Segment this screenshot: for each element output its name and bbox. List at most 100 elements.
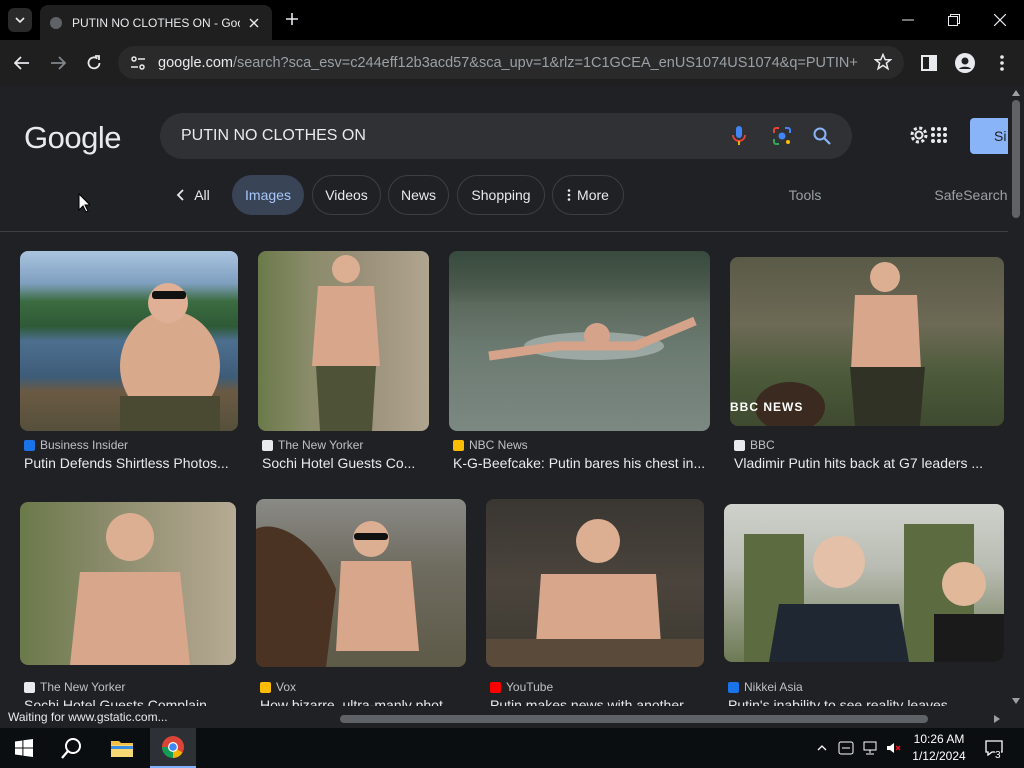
- result-title-6[interactable]: How bizarre, ultra-manly phot...: [260, 697, 466, 706]
- source-favicon-icon: [453, 439, 464, 451]
- close-tab-icon[interactable]: [246, 15, 262, 31]
- result-image-6[interactable]: [256, 499, 466, 667]
- system-clock[interactable]: 10:26 AM 1/12/2024: [906, 731, 972, 765]
- profile-button[interactable]: [954, 52, 976, 74]
- tab-search-button[interactable]: [8, 8, 32, 32]
- more-vert-icon: [567, 189, 571, 201]
- source-name: BBC: [750, 438, 775, 452]
- notification-count: 3: [995, 750, 1001, 761]
- man-in-ice-water-image: [486, 519, 704, 667]
- search-box[interactable]: PUTIN NO CLOTHES ON: [160, 113, 852, 159]
- search-icon[interactable]: [811, 125, 833, 147]
- chip-shopping[interactable]: Shopping: [457, 175, 545, 215]
- result-image-1[interactable]: [20, 251, 238, 431]
- start-button[interactable]: [6, 728, 42, 768]
- chip-more[interactable]: More: [552, 175, 624, 215]
- result-title-2[interactable]: Sochi Hotel Guests Co...: [262, 455, 430, 471]
- url-host: google.com: [158, 54, 233, 71]
- source-favicon-icon: [24, 681, 35, 693]
- plus-icon: [286, 13, 298, 25]
- google-logo[interactable]: Google: [24, 120, 121, 156]
- chip-images[interactable]: Images: [232, 175, 304, 215]
- address-bar[interactable]: google.com/search?sca_esv=c244eff12b3acd…: [118, 46, 904, 79]
- back-button[interactable]: [9, 50, 35, 76]
- result-source-4[interactable]: BBC: [734, 438, 775, 452]
- result-source-5[interactable]: The New Yorker: [24, 680, 125, 694]
- chrome-logo-icon: [162, 736, 184, 758]
- scroll-down-arrow-icon[interactable]: [1012, 698, 1020, 704]
- result-title-8[interactable]: Putin's inability to see reality leaves …: [728, 697, 1004, 706]
- reload-button[interactable]: [81, 50, 107, 76]
- new-tab-button[interactable]: [282, 9, 302, 29]
- microphone-icon[interactable]: [728, 125, 750, 147]
- source-favicon-icon: [728, 681, 739, 693]
- result-title-3[interactable]: K-G-Beefcake: Putin bares his chest in..…: [453, 455, 710, 471]
- result-source-8[interactable]: Nikkei Asia: [728, 680, 803, 694]
- volume-button[interactable]: [884, 728, 904, 768]
- bookmark-star-icon[interactable]: [873, 52, 893, 76]
- tools-button[interactable]: Tools: [780, 175, 830, 215]
- chevron-down-icon: [15, 17, 25, 23]
- url-text: google.com/search?sca_esv=c244eff12b3acd…: [158, 55, 858, 71]
- result-source-1[interactable]: Business Insider: [24, 438, 128, 452]
- side-panel-button[interactable]: [918, 52, 940, 74]
- kebab-menu-icon: [1000, 55, 1004, 71]
- chip-news[interactable]: News: [388, 175, 449, 215]
- close-icon: [994, 14, 1006, 26]
- tray-app-icon: [838, 741, 854, 755]
- minimize-button[interactable]: [888, 6, 928, 34]
- result-image-7[interactable]: [486, 499, 704, 667]
- tray-app-button[interactable]: [836, 728, 856, 768]
- search-query[interactable]: PUTIN NO CLOTHES ON: [181, 127, 366, 145]
- chip-videos[interactable]: Videos: [312, 175, 381, 215]
- result-source-7[interactable]: YouTube: [490, 680, 553, 694]
- sign-in-button[interactable]: Si: [970, 118, 1008, 154]
- result-title-7[interactable]: Putin makes news with another...: [490, 697, 704, 706]
- result-image-5[interactable]: [20, 502, 236, 665]
- result-title-4[interactable]: Vladimir Putin hits back at G7 leaders .…: [734, 455, 1004, 471]
- network-icon: [863, 741, 877, 755]
- shirtless-man-standing-image: [312, 255, 380, 431]
- horizontal-scroll-thumb[interactable]: [340, 715, 928, 723]
- result-image-8[interactable]: [724, 504, 1004, 662]
- source-name: Vox: [276, 680, 297, 694]
- status-bubble: Waiting for www.gstatic.com...: [0, 708, 176, 728]
- file-explorer-button[interactable]: [102, 728, 142, 768]
- volume-muted-icon: [887, 743, 901, 753]
- restore-button[interactable]: [934, 6, 974, 34]
- scroll-up-arrow-icon[interactable]: [1012, 90, 1020, 96]
- result-title-5[interactable]: Sochi Hotel Guests Complain ...: [24, 697, 236, 706]
- source-favicon-icon: [490, 681, 501, 693]
- result-source-6[interactable]: Vox: [260, 680, 296, 694]
- result-image-3[interactable]: [449, 251, 710, 431]
- scroll-right-arrow-icon[interactable]: [994, 715, 1000, 723]
- result-title-1[interactable]: Putin Defends Shirtless Photos...: [24, 455, 238, 471]
- source-name: Business Insider: [40, 438, 129, 452]
- network-button[interactable]: [860, 728, 880, 768]
- bbc-news-watermark: BBC NEWS: [730, 400, 804, 414]
- vertical-scrollbar[interactable]: [1008, 86, 1024, 710]
- notifications-button[interactable]: 3: [980, 728, 1008, 768]
- site-info-icon[interactable]: [130, 55, 146, 71]
- clock-time: 10:26 AM: [913, 732, 965, 746]
- chrome-taskbar-button[interactable]: [150, 728, 196, 768]
- search-results-page: Google PUTIN NO CLOTHES ON Si All Images…: [0, 86, 1008, 706]
- taskbar-search-button[interactable]: [52, 728, 92, 768]
- settings-gear-icon[interactable]: [908, 124, 930, 151]
- google-lens-icon[interactable]: [771, 125, 793, 147]
- chrome-menu-button[interactable]: [991, 52, 1013, 74]
- safesearch-button[interactable]: SafeSearch: [930, 175, 1008, 215]
- vertical-scroll-thumb[interactable]: [1012, 100, 1020, 218]
- forward-button[interactable]: [45, 50, 71, 76]
- browser-tab[interactable]: PUTIN NO CLOTHES ON - Goog: [40, 5, 272, 40]
- show-hidden-icons-button[interactable]: [814, 728, 830, 768]
- chip-more-label: More: [577, 187, 609, 203]
- result-image-2[interactable]: [258, 251, 429, 431]
- google-apps-icon[interactable]: [930, 126, 948, 149]
- result-source-3[interactable]: NBC News: [453, 438, 528, 452]
- man-swimming-image: [488, 316, 697, 361]
- result-image-4[interactable]: BBC NEWS: [730, 257, 1004, 426]
- close-window-button[interactable]: [980, 6, 1020, 34]
- result-source-2[interactable]: The New Yorker: [262, 438, 363, 452]
- chip-all[interactable]: All: [168, 175, 218, 215]
